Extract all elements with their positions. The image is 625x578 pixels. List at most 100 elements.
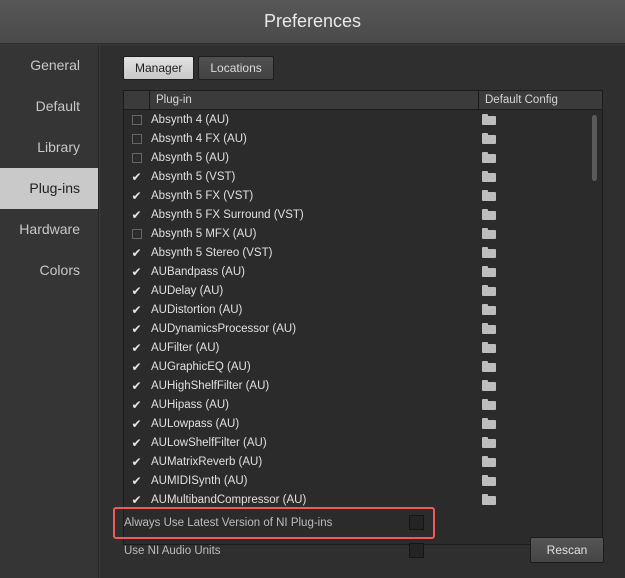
plugin-checkbox[interactable]: ✔ [124, 433, 149, 452]
table-row[interactable]: ✔ Absynth 5 Stereo (VST) [124, 243, 602, 262]
plugin-name: AUHipass (AU) [151, 398, 229, 411]
folder-icon[interactable] [482, 247, 496, 258]
plugin-checkbox[interactable]: ✔ [124, 300, 149, 319]
plugin-checkbox[interactable]: ✔ [124, 167, 149, 186]
scrollbar[interactable] [592, 115, 598, 540]
table-row[interactable]: Absynth 4 (AU) [124, 110, 602, 129]
table-row[interactable]: ✔ Absynth 5 FX (VST) [124, 186, 602, 205]
table-row[interactable]: Absynth 4 FX (AU) [124, 129, 602, 148]
table-row[interactable]: ✔ AULowpass (AU) [124, 414, 602, 433]
table-row[interactable]: ✔ AULowShelfFilter (AU) [124, 433, 602, 452]
plugin-checkbox[interactable]: ✔ [124, 395, 149, 414]
table-row[interactable]: ✔ Absynth 5 (VST) [124, 167, 602, 186]
folder-icon[interactable] [482, 152, 496, 163]
folder-icon[interactable] [482, 323, 496, 334]
checkmark-icon: ✔ [131, 283, 142, 298]
plugin-checkbox[interactable]: ✔ [124, 414, 149, 433]
folder-icon[interactable] [482, 456, 496, 467]
rescan-button[interactable]: Rescan [530, 537, 604, 563]
table-row[interactable]: ✔ AUDistortion (AU) [124, 300, 602, 319]
plugin-checkbox[interactable] [124, 224, 149, 243]
sidebar-item-general[interactable]: General [0, 45, 98, 86]
header-plugin[interactable]: Plug-in [150, 91, 479, 109]
folder-icon[interactable] [482, 475, 496, 486]
table-row[interactable]: Absynth 5 MFX (AU) [124, 224, 602, 243]
plugin-name: AUDistortion (AU) [151, 303, 243, 316]
plugin-name: AULowShelfFilter (AU) [151, 436, 267, 449]
table-row[interactable]: ✔ AUMatrixReverb (AU) [124, 452, 602, 471]
plugin-name: Absynth 5 FX Surround (VST) [151, 208, 304, 221]
plugin-checkbox[interactable]: ✔ [124, 357, 149, 376]
table-row[interactable]: Absynth 5 (AU) [124, 148, 602, 167]
plugin-name: AULowpass (AU) [151, 417, 240, 430]
plugin-name: Absynth 5 (VST) [151, 170, 236, 183]
plugin-checkbox[interactable]: ✔ [124, 376, 149, 395]
sidebar-item-plug-ins[interactable]: Plug-ins [0, 168, 98, 209]
checkmark-icon: ✔ [131, 454, 142, 469]
table-row[interactable]: ✔ AUDynamicsProcessor (AU) [124, 319, 602, 338]
plugin-checkbox[interactable]: ✔ [124, 319, 149, 338]
folder-icon[interactable] [482, 304, 496, 315]
sidebar-item-library[interactable]: Library [0, 127, 98, 168]
plugin-checkbox[interactable]: ✔ [124, 471, 149, 490]
table-header: Plug-in Default Config [124, 91, 602, 110]
plugin-name: AUGraphicEQ (AU) [151, 360, 251, 373]
folder-icon[interactable] [482, 190, 496, 201]
folder-icon[interactable] [482, 114, 496, 125]
ni-audio-units-label: Use NI Audio Units [124, 544, 221, 557]
table-row[interactable]: ✔ AUHighShelfFilter (AU) [124, 376, 602, 395]
plugin-name: AUBandpass (AU) [151, 265, 245, 278]
sidebar-item-default[interactable]: Default [0, 86, 98, 127]
header-default-config[interactable]: Default Config [479, 91, 602, 109]
plugin-checkbox[interactable]: ✔ [124, 262, 149, 281]
folder-icon[interactable] [482, 380, 496, 391]
folder-icon[interactable] [482, 209, 496, 220]
plugin-checkbox[interactable]: ✔ [124, 452, 149, 471]
table-row[interactable]: ✔ AUHipass (AU) [124, 395, 602, 414]
plugin-name: AUDelay (AU) [151, 284, 224, 297]
checkmark-icon: ✔ [131, 435, 142, 450]
folder-icon[interactable] [482, 228, 496, 239]
sidebar-item-colors[interactable]: Colors [0, 250, 98, 291]
folder-icon[interactable] [482, 266, 496, 277]
checkmark-icon: ✔ [131, 207, 142, 222]
checkmark-icon: ✔ [131, 340, 142, 355]
table-row[interactable]: ✔ AUDelay (AU) [124, 281, 602, 300]
plugin-checkbox[interactable]: ✔ [124, 186, 149, 205]
plugin-checkbox[interactable]: ✔ [124, 281, 149, 300]
plugin-name: AUFilter (AU) [151, 341, 220, 354]
folder-icon[interactable] [482, 133, 496, 144]
folder-icon[interactable] [482, 342, 496, 353]
table-row[interactable]: ✔ Absynth 5 FX Surround (VST) [124, 205, 602, 224]
plugin-checkbox[interactable]: ✔ [124, 338, 149, 357]
folder-icon[interactable] [482, 399, 496, 410]
table-row[interactable]: ✔ AUBandpass (AU) [124, 262, 602, 281]
folder-icon[interactable] [482, 285, 496, 296]
folder-icon[interactable] [482, 437, 496, 448]
folder-icon[interactable] [482, 361, 496, 372]
plugin-name: Absynth 5 Stereo (VST) [151, 246, 273, 259]
plugin-checkbox[interactable] [124, 110, 149, 129]
sidebar-item-hardware[interactable]: Hardware [0, 209, 98, 250]
table-row[interactable]: ✔ AUFilter (AU) [124, 338, 602, 357]
plugin-checkbox[interactable]: ✔ [124, 243, 149, 262]
plugin-name: AUHighShelfFilter (AU) [151, 379, 270, 392]
plugin-checkbox[interactable] [124, 148, 149, 167]
tab-locations[interactable]: Locations [198, 56, 274, 80]
plugin-checkbox[interactable]: ✔ [124, 205, 149, 224]
table-row[interactable]: ✔ AUGraphicEQ (AU) [124, 357, 602, 376]
plugin-checkbox[interactable] [124, 129, 149, 148]
scrollbar-thumb[interactable] [592, 115, 597, 181]
plugin-name: AUMIDISynth (AU) [151, 474, 248, 487]
folder-icon[interactable] [482, 171, 496, 182]
folder-icon[interactable] [482, 418, 496, 429]
table-row[interactable]: ✔ AUMIDISynth (AU) [124, 471, 602, 490]
plugin-name: AUDynamicsProcessor (AU) [151, 322, 297, 335]
checkmark-icon: ✔ [131, 321, 142, 336]
tab-manager[interactable]: Manager [123, 56, 195, 80]
tab-bar: Manager Locations [123, 56, 274, 80]
checkmark-icon: ✔ [131, 245, 142, 260]
folder-icon[interactable] [482, 494, 496, 505]
ni-audio-units-checkbox[interactable] [409, 543, 424, 558]
plugin-name: AUMatrixReverb (AU) [151, 455, 263, 468]
